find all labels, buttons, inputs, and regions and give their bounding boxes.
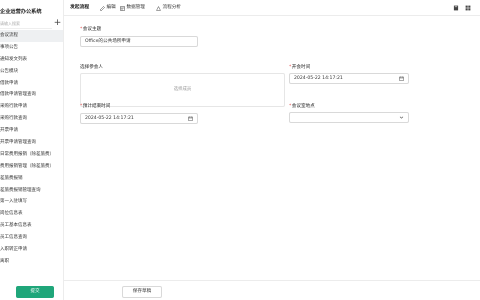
chart-icon — [156, 5, 161, 11]
start-time-label: *开会时间 — [289, 65, 311, 70]
topic-label-text: 会议主题 — [82, 27, 102, 32]
toolbar: 发起流程 编辑 数据管理 流程分析 — [64, 0, 480, 16]
sidebar-item[interactable]: 借款申请管理查询 — [0, 89, 63, 101]
attendees-hint: 选择成员 — [173, 87, 192, 92]
start-time-value: 2024-05-22 14:17:21 — [294, 76, 343, 81]
save-draft-button[interactable]: 保存草稿 — [122, 286, 162, 298]
book-icon[interactable] — [453, 5, 459, 11]
add-icon[interactable]: + — [53, 18, 62, 28]
sidebar-search-input[interactable]: 请输入搜索 — [0, 19, 52, 29]
flow-analysis-button-label: 流程分析 — [162, 5, 181, 10]
start-time-label-text: 开会时间 — [291, 65, 311, 70]
attendees-label: 选择参会人 — [80, 65, 103, 70]
sidebar-item[interactable]: 员工基本信息表 — [0, 220, 63, 232]
location-select[interactable] — [289, 112, 409, 123]
end-time-field[interactable]: 2024-05-22 14:17:21 — [80, 113, 198, 124]
edit-button[interactable]: 编辑 — [100, 0, 116, 16]
edit-button-label: 编辑 — [106, 5, 116, 10]
data-manage-button[interactable]: 数据管理 — [120, 0, 145, 16]
end-time-label-text: 预计结束时间 — [82, 104, 111, 109]
sidebar-item[interactable]: 会议流程 — [0, 30, 63, 42]
start-time-field[interactable]: 2024-05-22 14:17:21 — [289, 73, 409, 84]
table-icon — [120, 5, 125, 11]
attendees-selector[interactable]: 选择成员 — [80, 73, 285, 107]
sidebar-item[interactable]: 岗位信息表 — [0, 208, 63, 220]
sidebar-item[interactable]: 采购行款申请 — [0, 101, 63, 113]
end-time-label: *预计结束时间 — [80, 104, 111, 109]
sidebar-item[interactable]: 通知发文列表 — [0, 54, 63, 66]
submit-button[interactable]: 提交 — [16, 286, 54, 298]
end-time-value: 2024-05-22 14:17:21 — [85, 116, 134, 121]
sidebar-item[interactable]: 事项公告 — [0, 42, 63, 54]
app-title: 企业运营办公系统 — [0, 9, 42, 15]
sidebar-item[interactable]: 费用报销管理（除差旅费） — [0, 161, 63, 173]
page-title: 发起流程 — [70, 5, 90, 10]
sidebar-item[interactable]: 差旅费报销管理查询 — [0, 185, 63, 197]
sidebar-item[interactable]: 员工信息查询 — [0, 232, 63, 244]
topic-field[interactable]: Office的公共场所申请 — [80, 36, 198, 47]
location-label-text: 会议室地点 — [291, 104, 315, 109]
chevron-down-icon — [399, 115, 404, 120]
sidebar-item[interactable]: 入职转正申请 — [0, 244, 63, 256]
sidebar: 企业运营办公系统 请输入搜索 + 会议流程 事项公告 通知发文列表 公告模块 借… — [0, 0, 64, 300]
calendar-icon[interactable] — [399, 76, 404, 81]
sidebar-item[interactable]: 借款申请 — [0, 78, 63, 90]
edit-icon — [100, 5, 105, 11]
location-label: *会议室地点 — [289, 104, 315, 109]
topic-label: *会议主题 — [80, 27, 102, 32]
sidebar-item[interactable]: 第一入驻填写 — [0, 196, 63, 208]
flow-analysis-button[interactable]: 流程分析 — [156, 0, 181, 16]
sidebar-item[interactable]: 离职 — [0, 256, 63, 268]
sidebar-item[interactable]: 日常费用报销（除差旅费） — [0, 149, 63, 161]
sidebar-item[interactable]: 差旅费报销 — [0, 173, 63, 185]
sidebar-item[interactable]: 开票申请 — [0, 125, 63, 137]
calendar-icon[interactable] — [188, 116, 193, 121]
grid-icon[interactable] — [465, 5, 471, 11]
sidebar-list: 会议流程 事项公告 通知发文列表 公告模块 借款申请 借款申请管理查询 采购行款… — [0, 30, 63, 268]
sidebar-item[interactable]: 公告模块 — [0, 66, 63, 78]
sidebar-item[interactable]: 采购行款查询 — [0, 113, 63, 125]
data-manage-button-label: 数据管理 — [126, 5, 145, 10]
sidebar-item[interactable]: 开票申请管理查询 — [0, 137, 63, 149]
